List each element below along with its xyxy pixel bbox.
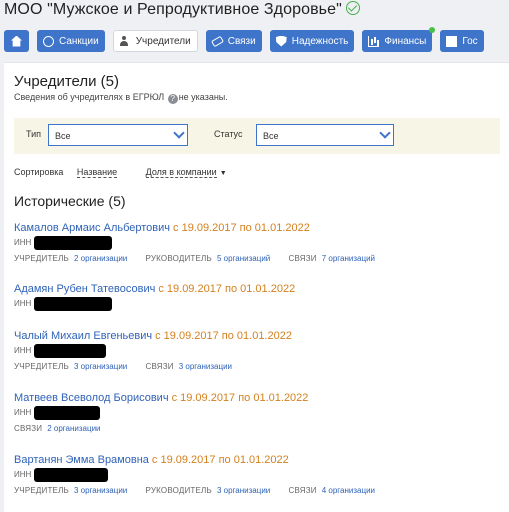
founder-name-link[interactable]: Чалый Михаил Евгеньевич xyxy=(14,330,152,342)
founder-meta: УЧРЕДИТЕЛЬ 3 организации РУКОВОДИТЕЛЬ 3 ор… xyxy=(14,486,376,495)
people-icon xyxy=(119,35,131,47)
nav-home-button[interactable] xyxy=(4,30,29,52)
nav-founders-button[interactable]: Учредители xyxy=(112,30,198,52)
caret-down-icon: ▼ xyxy=(219,170,227,177)
type-select[interactable]: Все xyxy=(48,124,188,146)
document-icon xyxy=(446,35,458,47)
globe-icon xyxy=(43,35,54,47)
notification-dot xyxy=(429,27,436,33)
nav-reliability-button[interactable]: Надежность xyxy=(269,30,355,52)
header: МОО "Мужское и Репродуктивное Здоровье" … xyxy=(0,0,509,58)
redacted-inn xyxy=(34,344,106,358)
sort-by-name-link[interactable]: Название xyxy=(76,167,118,178)
head-orgs-link[interactable]: 3 организации xyxy=(217,486,270,495)
sort-by-share-link[interactable]: Доля в компании xyxy=(145,167,217,178)
chevron-down-icon xyxy=(379,127,391,139)
redacted-inn xyxy=(34,468,108,482)
filter-bar: Тип Все Статус Все xyxy=(14,118,500,154)
founder-meta: СВЯЗИ 2 организации xyxy=(14,424,101,433)
links-orgs-link[interactable]: 7 организаций xyxy=(322,254,375,263)
founder-name-link[interactable]: Адамян Рубен Татевосович xyxy=(14,283,155,295)
founder-dates: с 19.09.2017 по 01.01.2022 xyxy=(173,222,310,234)
head-orgs-link[interactable]: 5 организаций xyxy=(217,254,270,263)
nav-finance-button[interactable]: Финансы xyxy=(362,27,436,52)
link-icon xyxy=(210,35,224,47)
sort-bar: Сортировка Название Доля в компании ▼ xyxy=(14,167,227,178)
founder-entry: Камалов Армаис Альбертович с 19.09.2017 п… xyxy=(14,222,504,263)
section-title: Учредители (5) xyxy=(14,73,120,90)
founder-name-link[interactable]: Вартанян Эмма Врамовна xyxy=(14,454,149,466)
historical-title: Исторические (5) xyxy=(14,193,126,209)
founder-orgs-link[interactable]: 3 организации xyxy=(74,486,127,495)
section-subtitle: Сведения об учредителях в ЕГРЮЛ ? не указ… xyxy=(14,92,228,104)
shield-icon xyxy=(275,35,287,47)
page-title: МОО "Мужское и Репродуктивное Здоровье" xyxy=(4,0,360,19)
nav-label: Связи xyxy=(227,35,256,47)
founder-name-link[interactable]: Матвеев Всеволод Борисович xyxy=(14,392,169,404)
founder-dates: с 19.09.2017 по 01.01.2022 xyxy=(151,454,289,466)
inn-row: ИНН xyxy=(14,344,504,360)
founder-dates: с 19.09.2017 по 01.01.2022 xyxy=(171,392,309,404)
company-name: МОО "Мужское и Репродуктивное Здоровье" xyxy=(4,1,342,18)
inn-row: ИНН xyxy=(14,236,504,252)
founder-meta: УЧРЕДИТЕЛЬ 2 организации РУКОВОДИТЕЛЬ 5 ор… xyxy=(14,254,376,263)
links-orgs-link[interactable]: 2 организации xyxy=(47,424,100,433)
redacted-inn xyxy=(34,297,112,311)
founder-entry: Чалый Михаил Евгеньевич с 19.09.2017 по 0… xyxy=(14,330,504,371)
founder-orgs-link[interactable]: 2 организации xyxy=(74,254,127,263)
inn-row: ИНН xyxy=(14,468,504,484)
redacted-inn xyxy=(34,406,100,420)
founder-orgs-link[interactable]: 3 организации xyxy=(74,362,127,371)
home-icon xyxy=(11,35,22,47)
section-nav: Санкции Учредители Связи Надежность Фина… xyxy=(4,27,492,52)
type-filter-label: Тип xyxy=(26,129,42,139)
nav-label: Надежность xyxy=(291,35,349,47)
founder-entry: Вартанян Эмма Врамовна с 19.09.2017 по 01… xyxy=(14,454,504,495)
founders-panel: Учредители (5) Сведения об учредителях в… xyxy=(4,62,509,512)
nav-label: Учредители xyxy=(135,35,191,47)
help-icon[interactable]: ? xyxy=(167,94,178,104)
founder-meta: УЧРЕДИТЕЛЬ 3 организации СВЯЗИ 3 организац… xyxy=(14,362,233,371)
status-select[interactable]: Все xyxy=(256,124,394,146)
founder-entry: Матвеев Всеволод Борисович с 19.09.2017 п… xyxy=(14,392,504,433)
founder-entry: Адамян Рубен Татевосович с 19.09.2017 по … xyxy=(14,283,504,313)
verified-check-icon xyxy=(345,1,360,15)
sort-label: Сортировка xyxy=(14,167,64,177)
founder-dates: с 19.09.2017 по 01.01.2022 xyxy=(158,283,296,295)
inn-row: ИНН xyxy=(14,406,504,422)
status-filter-label: Статус xyxy=(214,129,243,139)
founder-dates: с 19.09.2017 по 01.01.2022 xyxy=(155,330,292,342)
redacted-inn xyxy=(34,236,112,250)
inn-row: ИНН xyxy=(14,297,504,313)
links-orgs-link[interactable]: 4 организации xyxy=(322,486,375,495)
nav-gov-button[interactable]: Гос xyxy=(440,30,484,52)
nav-label: Финансы xyxy=(384,35,427,47)
nav-label: Санкции xyxy=(59,35,99,47)
nav-links-button[interactable]: Связи xyxy=(205,30,262,52)
links-orgs-link[interactable]: 3 организации xyxy=(179,362,232,371)
nav-label: Гос xyxy=(462,35,478,47)
nav-sanctions-button[interactable]: Санкции xyxy=(37,30,105,52)
chart-icon xyxy=(368,35,380,47)
chevron-down-icon xyxy=(173,127,185,139)
founder-name-link[interactable]: Камалов Армаис Альбертович xyxy=(14,222,170,234)
